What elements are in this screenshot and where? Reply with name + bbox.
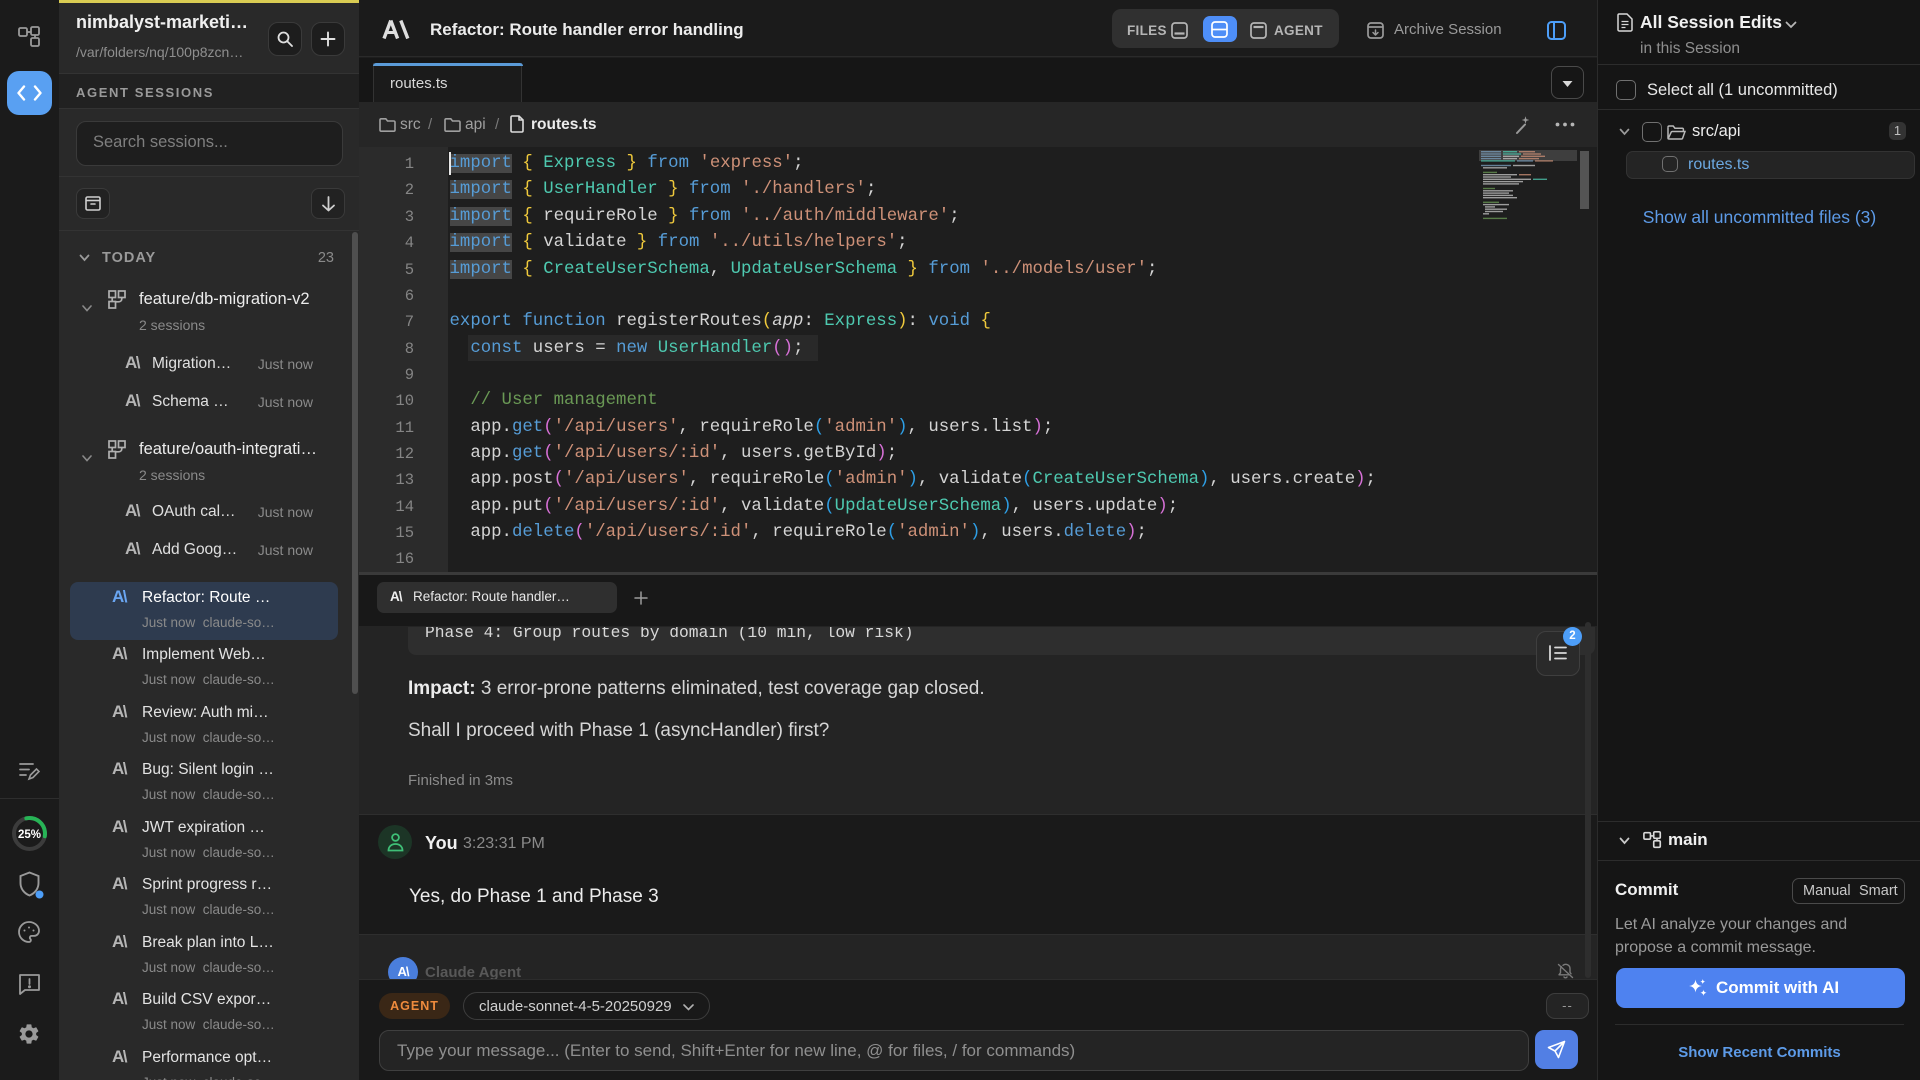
svg-text:25%: 25% [18,829,41,841]
